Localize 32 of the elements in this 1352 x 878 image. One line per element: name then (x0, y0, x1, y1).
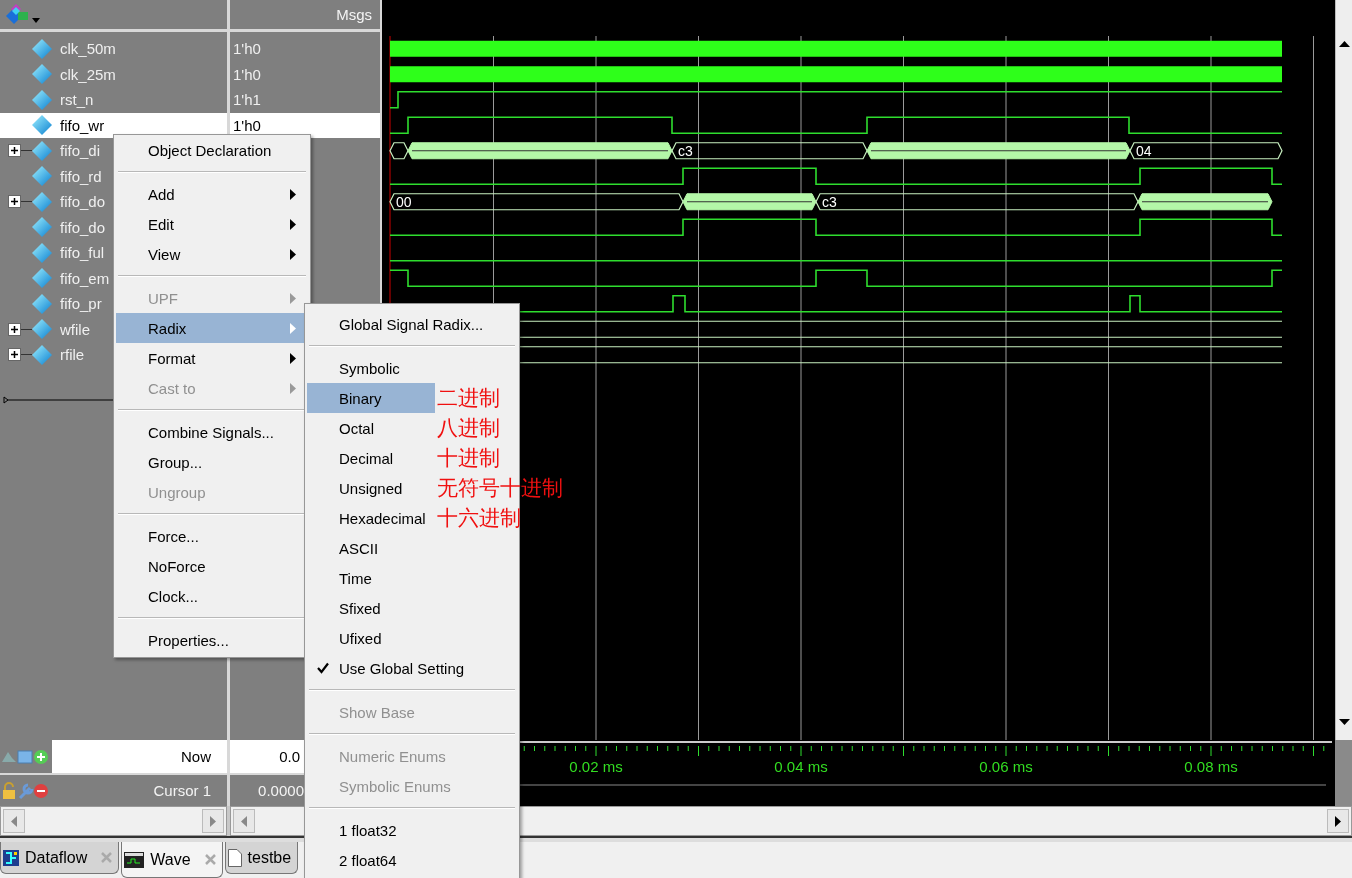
now-label: Now (181, 748, 211, 765)
time-label: 0.06 ms (979, 758, 1033, 775)
signal-name: clk_50m (60, 40, 116, 58)
bus-value: c3 (678, 141, 693, 160)
signal-name: fifo_rd (60, 167, 102, 185)
bus-value: c3 (822, 192, 837, 211)
signal-name: fifo_ful (60, 244, 105, 262)
time-label: 0.08 ms (1184, 758, 1238, 775)
time-label: 0.04 ms (774, 758, 828, 775)
signal-name: fifo_pr (60, 295, 102, 313)
signal-value: 1'h1 (232, 90, 262, 111)
signal-name: fifo_do (60, 193, 106, 211)
annotation: 八进制 (437, 416, 500, 440)
time-label: 0.02 ms (569, 758, 623, 775)
signal-name: fifo_di (60, 142, 101, 160)
signal-name: fifo_wr (60, 116, 105, 134)
signal-name: rst_n (60, 91, 94, 109)
bus-value: 00 (396, 192, 412, 211)
annotation: 二进制 (437, 386, 500, 410)
signal-value: 1'h0 (232, 39, 262, 60)
signal-name: fifo_em (60, 269, 110, 287)
annotation: 十六进制 (437, 506, 521, 530)
signal-value: 1'h0 (232, 64, 262, 85)
bus-value: 04 (1136, 141, 1152, 160)
signal-value: 1'h0 (230, 112, 380, 138)
signal-name: wfile (60, 320, 90, 338)
signal-name: rfile (60, 346, 85, 364)
signal-name: fifo_do (60, 218, 106, 236)
annotation: 十进制 (437, 446, 500, 470)
column-header: Msgs (336, 6, 372, 23)
signal-name: clk_25m (60, 65, 116, 83)
cursor-label: Cursor 1 (153, 782, 211, 799)
